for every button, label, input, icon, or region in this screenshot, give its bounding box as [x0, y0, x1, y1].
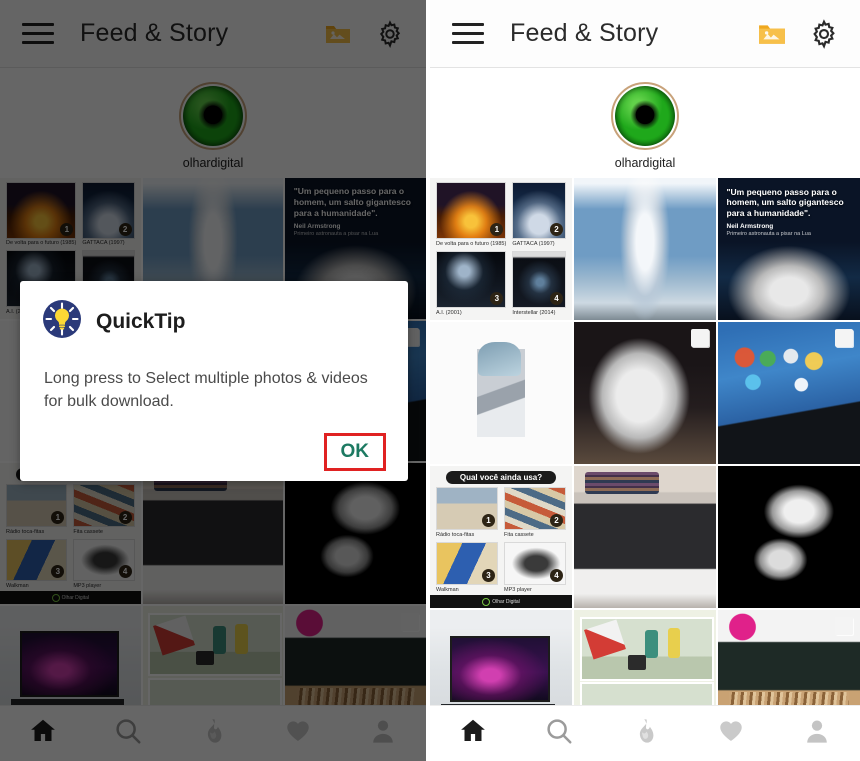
astronaut-quote-photo[interactable]: "Um pequeno passo para o homem, um salto…: [718, 178, 860, 320]
poster-art: 4: [504, 542, 566, 586]
dialog-actions: OK: [42, 433, 386, 472]
quote-author: Neil Armstrong: [726, 223, 774, 231]
poster-number: 4: [550, 569, 563, 583]
multi-photo-indicator-icon: [691, 329, 709, 347]
hamburger-menu-icon[interactable]: [452, 22, 484, 46]
collage-footer: Olhar Digital: [430, 595, 572, 608]
poster-number: 3: [482, 569, 495, 583]
story-item-olhardigital[interactable]: olhardigital: [597, 82, 693, 170]
collage-item: 1 Rádio toca-fitas: [436, 487, 498, 538]
collage: 1 De volta para o futuro (1985) 2 GATTACA (…: [430, 178, 572, 320]
poster-caption: GATTACA (1997): [512, 240, 555, 247]
printer-photo[interactable]: [574, 466, 716, 608]
story-ring: [611, 82, 679, 150]
multi-photo-indicator-icon: [835, 617, 853, 635]
collage-item: 2 Fita cassete: [504, 487, 566, 538]
poster-caption: Fita cassete: [504, 531, 534, 538]
home-icon: [458, 716, 488, 751]
poster-caption: Interstellar (2014): [512, 309, 556, 316]
poster-number: 2: [550, 514, 563, 528]
poster-caption: Walkman: [436, 586, 459, 593]
poster-caption: A.I. (2001): [436, 309, 462, 316]
poster-number: 2: [550, 223, 563, 237]
quote-subtitle: Primeiro astronauta a pisar na Lua: [726, 231, 811, 238]
flame-icon: [631, 716, 659, 751]
green-eye-avatar: [615, 86, 675, 146]
dialog-title: QuickTip: [96, 309, 186, 333]
poster-caption: De volta para o futuro (1985): [436, 240, 507, 247]
retro-tech-collage[interactable]: Qual você ainda usa? 1 Rádio toca-fitas 2 Fi…: [430, 466, 572, 608]
quote-overlay: "Um pequeno passo para o homem, um salto…: [727, 187, 853, 238]
robot-dog-photo[interactable]: [574, 322, 716, 464]
search-icon: [544, 716, 574, 751]
quicktip-dialog: QuickTip Long press to Select multiple p…: [20, 281, 408, 482]
nav-item-trending[interactable]: [602, 716, 688, 751]
collage-item: 3 Walkman: [436, 542, 498, 593]
poster-art: 1: [436, 182, 507, 240]
quote-text: "Um pequeno passo para o homem, um salto…: [726, 186, 844, 218]
ok-button[interactable]: OK: [333, 441, 378, 463]
collage-item: 3 A.I. (2001): [436, 251, 507, 316]
photo-art: [574, 466, 716, 608]
nav-item-profile[interactable]: [774, 716, 860, 751]
nav-item-search[interactable]: [516, 716, 602, 751]
dual-screenshot-comparison: Feed & Story: [0, 0, 860, 761]
movie-posters-collage[interactable]: 1 De volta para o futuro (1985) 2 GATTACA (…: [430, 178, 572, 320]
poster-art: 3: [436, 542, 498, 586]
page-title: Feed & Story: [510, 19, 659, 47]
post-grid: 1 De volta para o futuro (1985) 2 GATTACA (…: [430, 178, 860, 752]
phone-screen-with-dialog: Feed & Story: [0, 0, 426, 761]
person-icon: [803, 716, 831, 751]
collage-title: Qual você ainda usa?: [446, 471, 556, 484]
poster-art: 2: [504, 487, 566, 531]
poster-caption: MP3 player: [504, 586, 532, 593]
collage-item: 2 GATTACA (1997): [512, 182, 566, 247]
collage: Qual você ainda usa? 1 Rádio toca-fitas 2 Fi…: [430, 466, 572, 608]
poster-number: 3: [490, 292, 504, 306]
poster-art: 1: [436, 487, 498, 531]
dialog-header: QuickTip: [42, 299, 386, 344]
poster-number: 1: [482, 514, 495, 528]
collage-item: 4 MP3 player: [504, 542, 566, 593]
poster-caption: Rádio toca-fitas: [436, 531, 475, 538]
heart-icon: [716, 717, 746, 750]
phone-screen-normal: Feed & Story olhardigital 1 De volta par…: [430, 0, 860, 761]
story-username: olhardigital: [614, 156, 676, 170]
dialog-message: Long press to Select multiple photos & v…: [44, 370, 368, 410]
nav-item-likes[interactable]: [688, 717, 774, 750]
story-row-right: olhardigital: [430, 68, 860, 178]
ultima-thule-photo[interactable]: [718, 466, 860, 608]
nav-item-home[interactable]: [430, 716, 516, 751]
brand-label: Olhar Digital: [492, 598, 520, 605]
multi-photo-indicator-icon: [835, 329, 853, 347]
tablet-photo[interactable]: [718, 322, 860, 464]
gear-icon[interactable]: [804, 14, 844, 54]
poster-art: 2: [512, 182, 566, 240]
bottom-navigation: [430, 705, 860, 761]
photo-art: [430, 322, 572, 464]
collage-item: 1 De volta para o futuro (1985): [436, 182, 507, 247]
photo-art: [574, 178, 716, 320]
collage-item: 4 Interstellar (2014): [512, 251, 566, 316]
photo-art: [718, 466, 860, 608]
astronaut-photo: "Um pequeno passo para o homem, um salto…: [718, 178, 860, 320]
poster-art: 3: [436, 251, 507, 309]
ok-button-highlight: OK: [323, 433, 386, 472]
lightbulb-icon: [42, 299, 82, 344]
rocket-launch-photo[interactable]: [574, 178, 716, 320]
gadget-photo[interactable]: [430, 322, 572, 464]
poster-number: 1: [490, 223, 504, 237]
poster-number: 4: [550, 292, 563, 306]
brand-dot-icon: [482, 597, 491, 606]
poster-art: 4: [512, 251, 566, 309]
app-header-right: Feed & Story: [430, 0, 860, 68]
image-folder-icon[interactable]: [752, 14, 792, 54]
